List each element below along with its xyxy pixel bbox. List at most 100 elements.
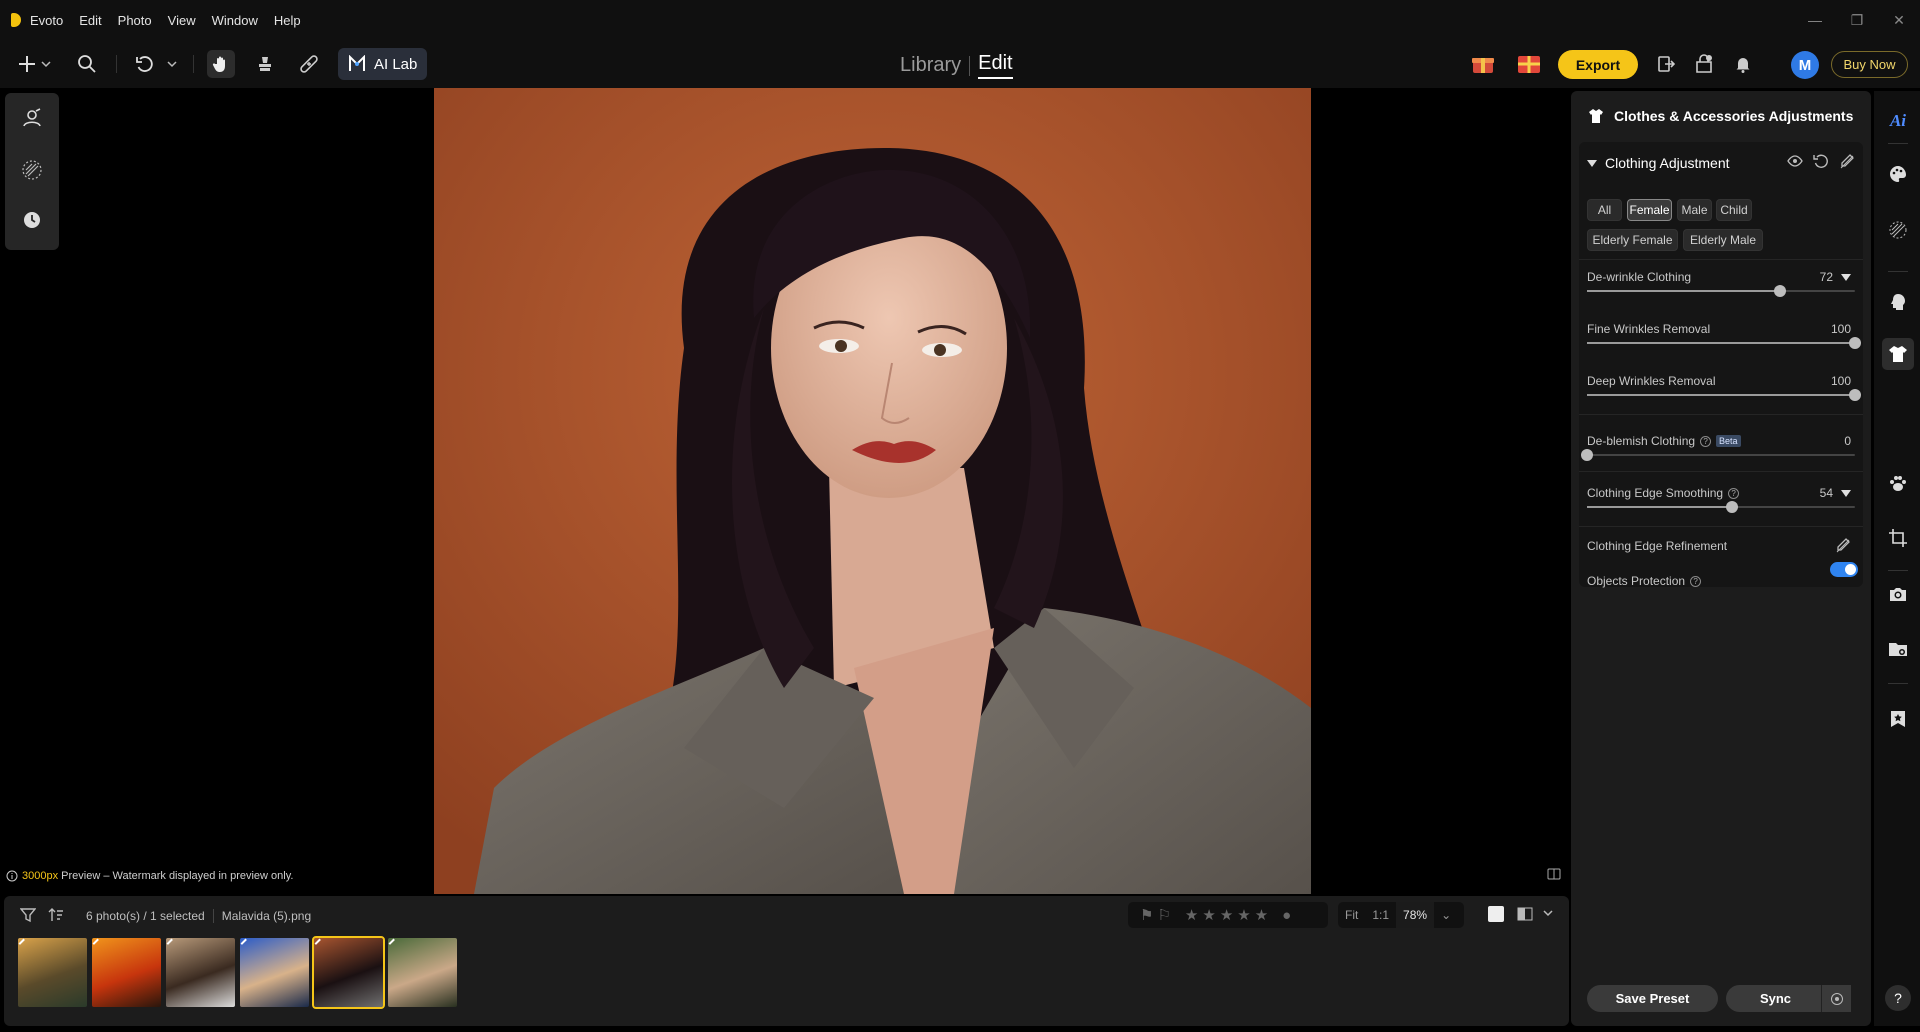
star-3-icon[interactable]: ★: [1220, 906, 1233, 924]
sort-icon[interactable]: [48, 907, 64, 923]
close-button[interactable]: ✕: [1878, 12, 1920, 29]
fine-wrinkles-value[interactable]: 100: [1831, 322, 1851, 336]
face-head-icon[interactable]: [1887, 291, 1909, 313]
palette-icon[interactable]: [1887, 163, 1909, 185]
camera-icon[interactable]: [1887, 583, 1909, 605]
expand-triangle-icon[interactable]: [1841, 489, 1851, 497]
help-button[interactable]: ?: [1885, 985, 1911, 1011]
slider-knob[interactable]: [1849, 337, 1861, 349]
view-options-chevron-icon[interactable]: [1542, 907, 1554, 919]
objects-protection-toggle[interactable]: [1830, 562, 1858, 577]
help-question-icon[interactable]: ?: [1700, 435, 1712, 447]
notification-bell-icon[interactable]: [1729, 50, 1757, 78]
history-clock-icon[interactable]: [19, 207, 45, 233]
chip-elderly-female[interactable]: Elderly Female: [1587, 229, 1678, 251]
eraser-brush-icon[interactable]: [1839, 153, 1855, 169]
slider-knob[interactable]: [1725, 501, 1738, 513]
deblemish-value[interactable]: 0: [1844, 434, 1851, 448]
expand-triangle-icon[interactable]: [1841, 273, 1851, 281]
star-1-icon[interactable]: ★: [1185, 906, 1198, 924]
ai-lab-button[interactable]: AI Lab: [338, 48, 428, 80]
dewrinkle-value[interactable]: 72: [1820, 270, 1833, 284]
slider-value-edge-smoothing[interactable]: 54: [1820, 486, 1851, 500]
edge-refinement-brush-icon[interactable]: [1835, 537, 1851, 553]
add-icon[interactable]: [13, 50, 41, 78]
clothing-active-icon[interactable]: [1882, 338, 1914, 370]
compare-view-icon[interactable]: [1547, 867, 1561, 881]
search-icon[interactable]: [73, 50, 101, 78]
ai-features-icon[interactable]: Ai: [1887, 110, 1909, 132]
chip-female[interactable]: Female: [1627, 199, 1672, 221]
pet-paw-icon[interactable]: [1887, 472, 1909, 494]
star-4-icon[interactable]: ★: [1237, 906, 1250, 924]
edge-smoothing-value[interactable]: 54: [1820, 486, 1833, 500]
slider-value-dewrinkle[interactable]: 72: [1820, 270, 1851, 284]
collapse-triangle-icon[interactable]: [1587, 158, 1597, 168]
slider-dewrinkle[interactable]: [1587, 285, 1855, 297]
slider-value-fine-wrinkles[interactable]: 100: [1831, 322, 1851, 336]
filmstrip-thumb-4[interactable]: [240, 938, 309, 1007]
filter-icon[interactable]: [20, 907, 36, 923]
undo-icon[interactable]: [131, 50, 159, 78]
buy-now-button[interactable]: Buy Now: [1831, 51, 1908, 78]
slider-deblemish[interactable]: [1581, 449, 1855, 461]
reset-icon[interactable]: [1813, 153, 1829, 169]
presets-store-icon[interactable]: [1690, 50, 1718, 78]
healing-brush-icon[interactable]: [295, 50, 323, 78]
mask-pattern-icon[interactable]: [19, 157, 45, 183]
deep-wrinkles-value[interactable]: 100: [1831, 374, 1851, 388]
slider-fine-wrinkles[interactable]: [1587, 337, 1861, 349]
zoom-chevron-icon[interactable]: ⌄: [1434, 908, 1458, 922]
filmstrip-thumb-2[interactable]: [92, 938, 161, 1007]
sync-settings-icon[interactable]: [1821, 985, 1851, 1012]
folder-export-icon[interactable]: [1887, 638, 1909, 660]
share-export-icon[interactable]: [1652, 50, 1680, 78]
portrait-edit-icon[interactable]: [19, 105, 45, 131]
slider-value-deep-wrinkles[interactable]: 100: [1831, 374, 1851, 388]
crop-icon[interactable]: [1887, 527, 1909, 549]
flag-pick-icon[interactable]: ⚑: [1140, 906, 1153, 924]
before-after-icon[interactable]: [1517, 906, 1533, 922]
promo-gift-icon[interactable]: [1515, 50, 1543, 78]
clone-stamp-icon[interactable]: [251, 50, 279, 78]
slider-edge-smoothing[interactable]: [1587, 501, 1855, 513]
save-preset-button[interactable]: Save Preset: [1587, 985, 1718, 1012]
menu-edit[interactable]: Edit: [79, 13, 101, 28]
filmstrip-thumb-6[interactable]: [388, 938, 457, 1007]
slider-knob[interactable]: [1849, 389, 1861, 401]
chevron-down-icon[interactable]: [38, 50, 54, 78]
menu-view[interactable]: View: [168, 13, 196, 28]
chip-child[interactable]: Child: [1716, 199, 1752, 221]
undo-history-chevron-icon[interactable]: [164, 50, 180, 78]
help-question-icon[interactable]: ?: [1690, 575, 1702, 587]
slider-deep-wrinkles[interactable]: [1587, 389, 1861, 401]
chip-elderly-male[interactable]: Elderly Male: [1683, 229, 1763, 251]
single-view-icon[interactable]: [1488, 906, 1504, 922]
bookmark-star-icon[interactable]: [1887, 708, 1909, 730]
filmstrip-thumb-1[interactable]: [18, 938, 87, 1007]
tab-library[interactable]: Library: [900, 54, 961, 77]
flag-reject-icon[interactable]: ⚐: [1157, 906, 1170, 924]
filmstrip-thumb-5[interactable]: [312, 936, 385, 1009]
texture-pattern-icon[interactable]: [1887, 219, 1909, 241]
minimize-button[interactable]: —: [1794, 12, 1836, 28]
star-2-icon[interactable]: ★: [1202, 906, 1215, 924]
star-5-icon[interactable]: ★: [1255, 906, 1268, 924]
menu-window[interactable]: Window: [212, 13, 258, 28]
main-photo[interactable]: [434, 88, 1311, 894]
color-label-icon[interactable]: ●: [1282, 907, 1291, 924]
slider-value-deblemish[interactable]: 0: [1844, 434, 1851, 448]
help-question-icon[interactable]: ?: [1728, 487, 1740, 499]
zoom-fit-button[interactable]: Fit: [1338, 908, 1365, 922]
slider-knob[interactable]: [1581, 449, 1593, 461]
visibility-eye-icon[interactable]: [1787, 153, 1803, 169]
chip-all[interactable]: All: [1587, 199, 1622, 221]
tab-edit[interactable]: Edit: [978, 52, 1013, 79]
menu-photo[interactable]: Photo: [118, 13, 152, 28]
section-header[interactable]: Clothing Adjustment: [1587, 155, 1730, 171]
zoom-value[interactable]: 78%: [1396, 902, 1435, 928]
chip-male[interactable]: Male: [1677, 199, 1712, 221]
zoom-1to1-button[interactable]: 1:1: [1365, 908, 1396, 922]
export-button[interactable]: Export: [1558, 50, 1638, 79]
hand-tool-icon[interactable]: [207, 50, 235, 78]
